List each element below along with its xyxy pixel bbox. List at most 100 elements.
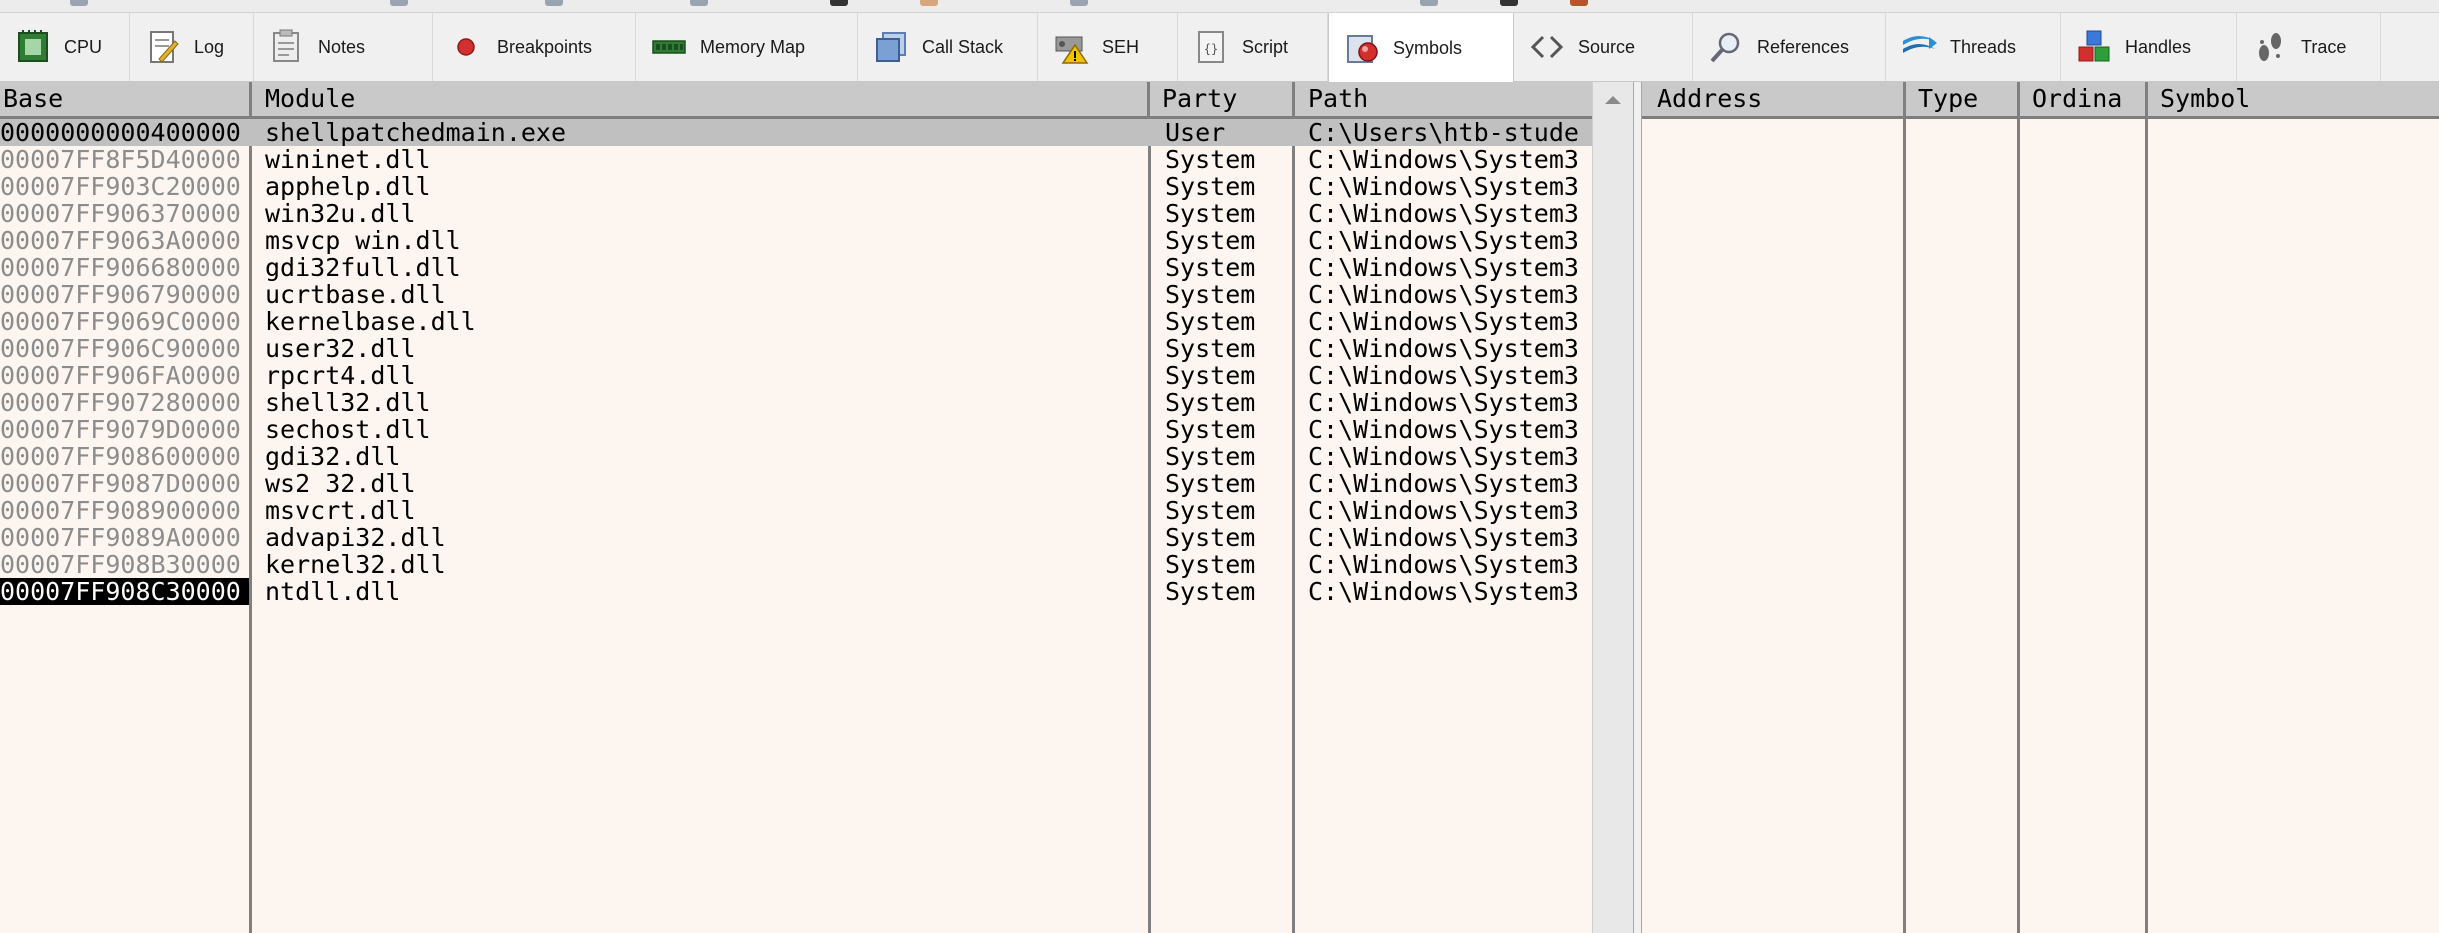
- script-icon: {}: [1192, 28, 1230, 66]
- module-base-address: 00007FF906FA0000: [0, 362, 241, 389]
- column-header-module[interactable]: Module: [252, 82, 1150, 116]
- tab-label: CPU: [64, 36, 103, 57]
- toolbar-icon[interactable]: [690, 0, 708, 6]
- table-row[interactable]: 00007FF908900000 msvcrt.dll System C:\Windo…: [0, 497, 1592, 524]
- table-row[interactable]: 00007FF906FA0000 rpcrt4.dll System C:\Windo…: [0, 362, 1592, 389]
- module-party: System: [1165, 335, 1256, 362]
- toolbar-icon[interactable]: [830, 0, 848, 6]
- table-row[interactable]: 00007FF9079D0000 sechost.dll System C:\Wind…: [0, 416, 1592, 443]
- module-party: System: [1165, 578, 1256, 605]
- module-party: System: [1165, 200, 1256, 227]
- tab-notes[interactable]: Notes: [254, 13, 433, 81]
- module-name: gdi32full.dll: [265, 254, 461, 281]
- toolbar-icon[interactable]: [1070, 0, 1088, 6]
- module-name: shell32.dll: [265, 389, 431, 416]
- table-row[interactable]: 00007FF9063A0000 msvcp_win.dll System C:\Wi…: [0, 227, 1592, 254]
- table-row[interactable]: 00007FF906790000 ucrtbase.dll System C:\Win…: [0, 281, 1592, 308]
- module-path: C:\Windows\System3: [1308, 227, 1579, 254]
- tab-handles[interactable]: Handles: [2061, 13, 2237, 81]
- module-party: System: [1165, 146, 1256, 173]
- vertical-scrollbar[interactable]: [1592, 82, 1633, 933]
- module-base-address: 00007FF8F5D40000: [0, 146, 241, 173]
- tab-trace[interactable]: Trace: [2237, 13, 2381, 81]
- toolbar-strip: [0, 0, 2439, 13]
- toolbar-icon[interactable]: [1420, 0, 1438, 6]
- module-base-address: 00007FF9063A0000: [0, 227, 241, 254]
- toolbar-icon[interactable]: [920, 0, 938, 6]
- table-row[interactable]: 00007FF906370000 win32u.dll System C:\Windo…: [0, 200, 1592, 227]
- table-row[interactable]: 00007FF907280000 shell32.dll System C:\Wind…: [0, 389, 1592, 416]
- tab-label: Memory Map: [700, 36, 806, 57]
- module-path: C:\Windows\System3: [1308, 389, 1579, 416]
- module-name: apphelp.dll: [265, 173, 431, 200]
- tab-cpu[interactable]: CPU: [0, 13, 130, 81]
- module-name: wininet.dll: [265, 146, 431, 173]
- tab-source[interactable]: Source: [1514, 13, 1693, 81]
- trace-icon: [2251, 28, 2289, 66]
- tab-script[interactable]: {} Script: [1178, 13, 1328, 81]
- module-path: C:\Windows\System3: [1308, 497, 1579, 524]
- table-row[interactable]: 00007FF9089A0000 advapi32.dll System C:\Win…: [0, 524, 1592, 551]
- module-base-address: 0000000000400000: [0, 119, 241, 146]
- module-path: C:\Windows\System3: [1308, 416, 1579, 443]
- module-base-address: 00007FF908900000: [0, 497, 241, 524]
- column-header-type[interactable]: Type: [1906, 82, 2020, 116]
- module-name: msvcp_win.dll: [265, 227, 461, 254]
- table-row[interactable]: 00007FF9087D0000 ws2_32.dll System C:\Windo…: [0, 470, 1592, 497]
- module-name: shellpatchedmain.exe: [265, 119, 567, 146]
- tab-threads[interactable]: Threads: [1886, 13, 2061, 81]
- tab-memory-map[interactable]: Memory Map: [636, 13, 858, 81]
- module-party: System: [1165, 470, 1256, 497]
- tab-label: Trace: [2301, 36, 2347, 57]
- table-row[interactable]: 00007FF908C30000 ntdll.dll System C:\Window…: [0, 578, 1592, 605]
- table-row[interactable]: 00007FF9069C0000 kernelbase.dll System C:\W…: [0, 308, 1592, 335]
- scroll-up-arrow-icon[interactable]: [1605, 96, 1621, 104]
- module-base-address: 00007FF9087D0000: [0, 470, 241, 497]
- module-name: user32.dll: [265, 335, 416, 362]
- module-party: System: [1165, 173, 1256, 200]
- symbols-table: Address Type Ordina Symbol: [1642, 82, 2439, 933]
- column-header-symbol[interactable]: Symbol: [2148, 82, 2439, 116]
- toolbar-icon[interactable]: [545, 0, 563, 6]
- tab-symbols[interactable]: Symbols: [1328, 13, 1514, 83]
- column-header-ordinal[interactable]: Ordina: [2020, 82, 2148, 116]
- table-row[interactable]: 00007FF903C20000 apphelp.dll System C:\Wind…: [0, 173, 1592, 200]
- toolbar-icon[interactable]: [1500, 0, 1518, 6]
- column-header-address[interactable]: Address: [1642, 82, 1906, 116]
- table-row[interactable]: 00007FF908B30000 kernel32.dll System C:\Win…: [0, 551, 1592, 578]
- module-party: System: [1165, 389, 1256, 416]
- toolbar-icon[interactable]: [390, 0, 408, 6]
- module-path: C:\Windows\System3: [1308, 146, 1579, 173]
- toolbar-icon[interactable]: [70, 0, 88, 6]
- module-party: System: [1165, 227, 1256, 254]
- module-path: C:\Windows\System3: [1308, 254, 1579, 281]
- module-path: C:\Windows\System3: [1308, 200, 1579, 227]
- module-path: C:\Windows\System3: [1308, 524, 1579, 551]
- column-header-party[interactable]: Party: [1150, 82, 1295, 116]
- module-base-address: 00007FF903C20000: [0, 173, 241, 200]
- module-name: win32u.dll: [265, 200, 416, 227]
- notes-icon: [268, 28, 306, 66]
- column-header-base[interactable]: Base: [0, 82, 252, 116]
- tab-breakpoints[interactable]: Breakpoints: [433, 13, 636, 81]
- tab-bar: CPU Log Notes Breakpoints Memory Map Cal…: [0, 13, 2439, 83]
- tab-seh[interactable]: SEH: [1038, 13, 1178, 81]
- module-path: C:\Windows\System3: [1308, 308, 1579, 335]
- module-name: kernelbase.dll: [265, 308, 476, 335]
- module-path: C:\Windows\System3: [1308, 470, 1579, 497]
- tab-references[interactable]: References: [1693, 13, 1886, 81]
- table-row[interactable]: 00007FF8F5D40000 wininet.dll System C:\Wind…: [0, 146, 1592, 173]
- table-row[interactable]: 0000000000400000 shellpatchedmain.exe User…: [0, 119, 1592, 146]
- table-row[interactable]: 00007FF906680000 gdi32full.dll System C:\Wi…: [0, 254, 1592, 281]
- pane-splitter[interactable]: [1633, 82, 1642, 933]
- module-base-address: 00007FF906790000: [0, 281, 241, 308]
- table-row[interactable]: 00007FF906C90000 user32.dll System C:\Windo…: [0, 335, 1592, 362]
- callstack-icon: [872, 28, 910, 66]
- tab-log[interactable]: Log: [130, 13, 254, 81]
- column-header-path[interactable]: Path: [1295, 82, 1592, 116]
- tab-call-stack[interactable]: Call Stack: [858, 13, 1038, 81]
- table-row[interactable]: 00007FF908600000 gdi32.dll System C:\Window…: [0, 443, 1592, 470]
- toolbar-icon[interactable]: [1570, 0, 1588, 6]
- module-party: System: [1165, 443, 1256, 470]
- module-name: rpcrt4.dll: [265, 362, 416, 389]
